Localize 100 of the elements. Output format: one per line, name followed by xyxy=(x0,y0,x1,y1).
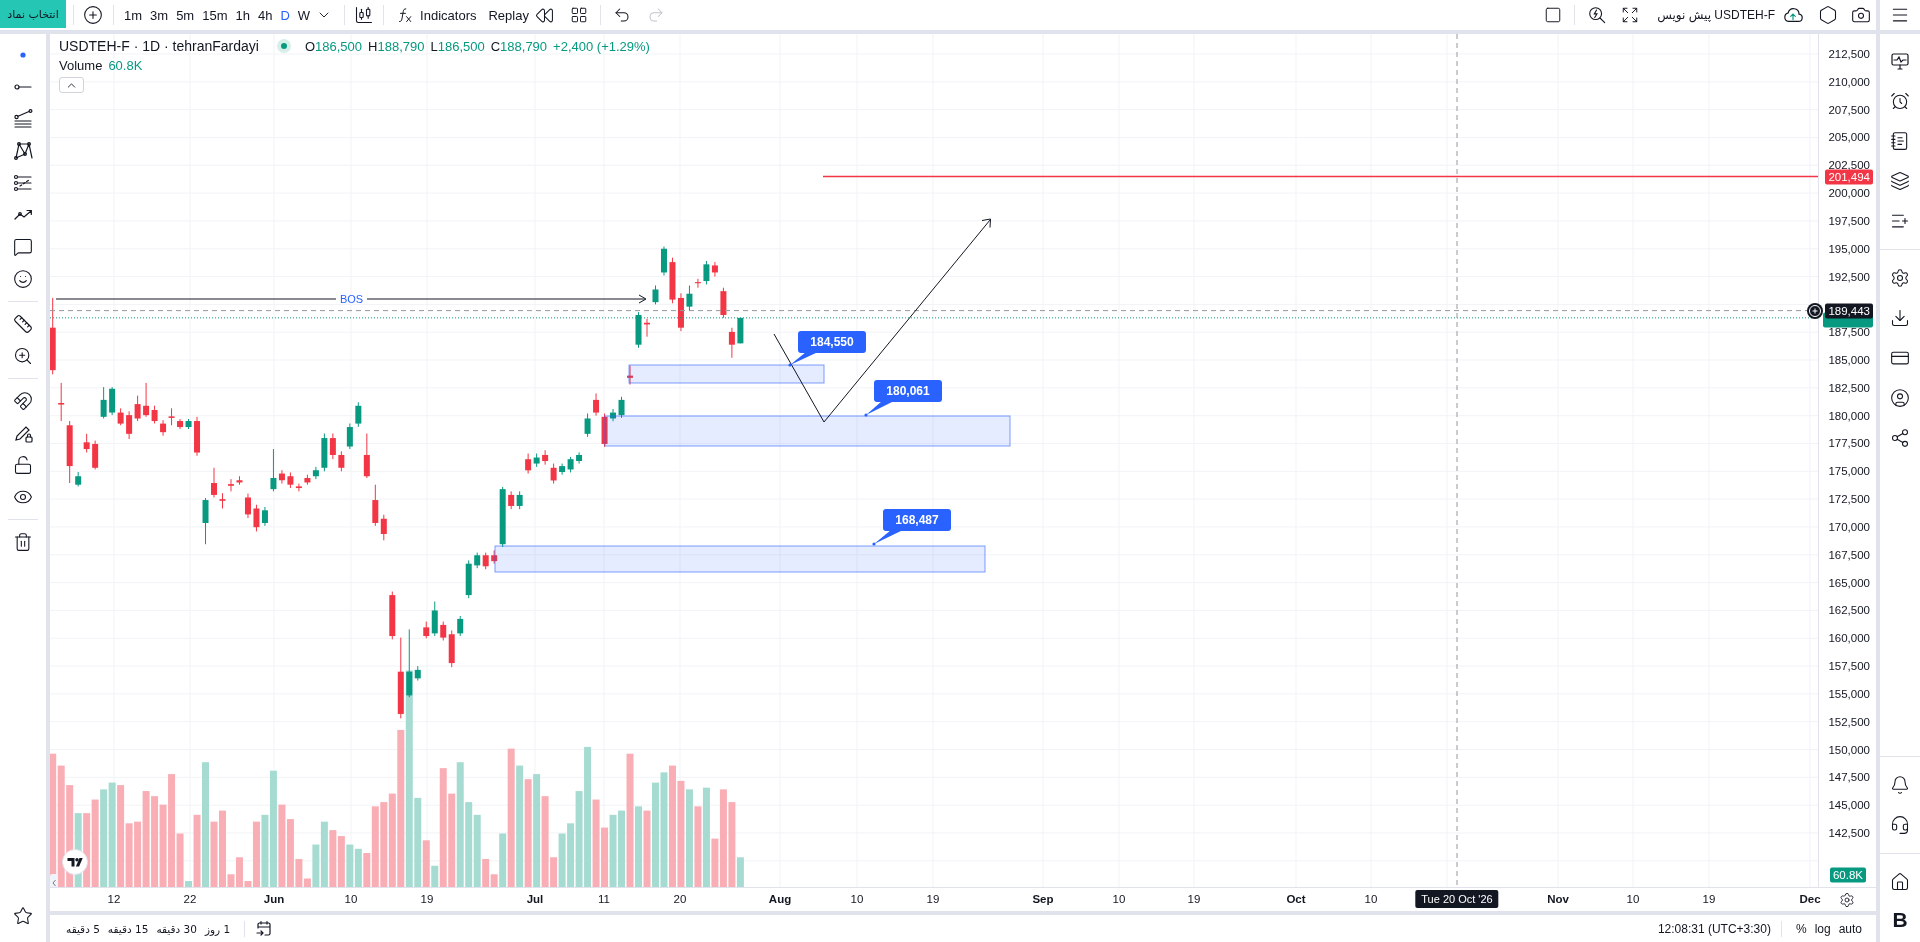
interval-tab[interactable]: 3m xyxy=(146,0,173,30)
user-icon[interactable] xyxy=(1890,388,1910,408)
time-label: 19 xyxy=(1702,893,1716,905)
symbol-search-button[interactable]: انتخاب نماد xyxy=(0,0,66,28)
settings-icon[interactable] xyxy=(1839,891,1855,908)
price-label: 195,000 xyxy=(1828,242,1870,255)
range-button[interactable]: 5 دقیقه xyxy=(62,922,104,935)
bell-icon[interactable] xyxy=(1890,775,1910,795)
interval-tab[interactable]: D xyxy=(276,0,294,30)
range-button[interactable]: 30 دقیقه xyxy=(152,922,201,935)
replay-button[interactable]: Replay xyxy=(488,0,554,30)
ohlc-label: H xyxy=(368,38,378,54)
price-label: 160,000 xyxy=(1828,632,1870,645)
bos-arrow[interactable] xyxy=(55,294,647,304)
plus-icon[interactable] xyxy=(83,5,103,25)
zoom-in-icon[interactable] xyxy=(13,346,33,366)
notepad-icon[interactable] xyxy=(1890,131,1910,151)
quick-search-icon[interactable] xyxy=(1587,5,1608,25)
layers-icon[interactable] xyxy=(1890,171,1910,191)
hexagon-icon[interactable] xyxy=(1818,5,1838,25)
time-label: Nov xyxy=(1547,893,1569,905)
interval-tab[interactable]: 5m xyxy=(172,0,199,30)
logo-icon[interactable] xyxy=(62,849,88,875)
home-icon[interactable] xyxy=(1890,872,1910,892)
fullscreen-icon[interactable] xyxy=(1621,6,1640,24)
trash-icon[interactable] xyxy=(13,532,33,552)
interval-tab[interactable]: 1m xyxy=(120,0,147,30)
scale-button[interactable]: log xyxy=(1810,921,1835,936)
ohlc-value: 188,790 xyxy=(377,38,425,54)
price-label: 207,500 xyxy=(1828,103,1870,116)
cursor-dot-icon[interactable] xyxy=(20,52,26,58)
ohlc-label: L xyxy=(430,38,438,54)
magnet-icon[interactable] xyxy=(13,391,33,411)
interval-tab[interactable]: 1h xyxy=(231,0,254,30)
time-label: Oct xyxy=(1286,893,1306,905)
star-icon[interactable] xyxy=(13,906,33,926)
price-label: 192,500 xyxy=(1828,270,1870,283)
time-label: Sep xyxy=(1032,893,1054,905)
range-button[interactable]: 1 روز xyxy=(200,922,235,935)
indicators-button[interactable]: Indicators xyxy=(396,0,477,30)
alarm-clock-icon[interactable] xyxy=(1890,91,1910,111)
download-icon[interactable] xyxy=(1890,308,1910,328)
crosshair-time-tag: Tue 20 Oct '26 xyxy=(1415,890,1499,908)
pattern-tool-icon[interactable] xyxy=(12,140,34,162)
smile-icon[interactable] xyxy=(13,269,33,289)
camera-icon[interactable] xyxy=(1851,5,1871,25)
price-label: 150,000 xyxy=(1828,743,1870,756)
range-button[interactable]: 15 دقیقه xyxy=(103,922,153,935)
settings-icon[interactable] xyxy=(1890,268,1910,288)
levels-tool-icon[interactable] xyxy=(12,172,34,194)
ohlc-label: C xyxy=(490,38,501,54)
price-label: 182,500 xyxy=(1828,381,1870,394)
unlock-icon[interactable] xyxy=(13,455,33,475)
interval-tab[interactable]: 4h xyxy=(253,0,277,30)
layout-name[interactable]: USDTEH-F پیش نویس xyxy=(1657,8,1775,22)
price-label: 177,500 xyxy=(1828,437,1870,450)
headset-icon[interactable] xyxy=(1890,815,1910,835)
grid-icon[interactable] xyxy=(569,6,588,24)
time-label: 10 xyxy=(1626,893,1640,905)
time-label: 19 xyxy=(420,893,434,905)
time-label: 19 xyxy=(926,893,940,905)
ohlc-value: 188,790 xyxy=(500,38,548,54)
price-label: 162,500 xyxy=(1828,604,1870,617)
ruler-icon[interactable] xyxy=(13,314,33,334)
undo-icon[interactable] xyxy=(612,6,631,24)
monitor-icon[interactable] xyxy=(1889,50,1911,72)
channel-tool-icon[interactable] xyxy=(12,108,34,130)
plus-icon[interactable] xyxy=(1807,302,1823,319)
horizontal-line[interactable] xyxy=(822,175,1818,178)
price-label: 205,000 xyxy=(1828,131,1870,144)
scale-button[interactable]: auto xyxy=(1834,921,1866,936)
price-label: 175,000 xyxy=(1828,465,1870,478)
time-label: 20 xyxy=(673,893,687,905)
zigzag-arrow[interactable] xyxy=(773,218,991,423)
interval-tab[interactable]: W xyxy=(293,0,315,30)
crosshair-price-tag: 189,443 xyxy=(1825,303,1873,319)
time-label: 10 xyxy=(344,893,358,905)
price-label: 165,000 xyxy=(1828,576,1870,589)
price-label: 170,000 xyxy=(1828,520,1870,533)
calendar-arrow-icon[interactable] xyxy=(255,919,274,938)
price-label: 210,000 xyxy=(1828,75,1870,88)
chevron-left-icon[interactable] xyxy=(50,874,58,887)
scale-button[interactable]: % xyxy=(1791,921,1811,936)
time-label: Jun xyxy=(263,893,285,905)
time-label: 22 xyxy=(183,893,197,905)
price-label: 152,500 xyxy=(1828,715,1870,728)
price-label: 180,000 xyxy=(1828,409,1870,422)
chart-title: USDTEH-F · 1D · tehranFardayi xyxy=(59,38,259,54)
status-dot-icon xyxy=(276,39,291,53)
brand-logo[interactable]: B xyxy=(1892,908,1908,932)
line-price-tag: 201,494 xyxy=(1825,170,1873,185)
share-icon[interactable] xyxy=(1890,428,1910,448)
price-label: 155,000 xyxy=(1828,687,1870,700)
candlestick-icon[interactable] xyxy=(354,5,375,25)
interval-tab[interactable]: 15m xyxy=(198,0,232,30)
square-icon[interactable] xyxy=(1544,6,1563,24)
price-label: 145,000 xyxy=(1828,799,1870,812)
price-label: 212,500 xyxy=(1828,48,1870,60)
time-label: 10 xyxy=(850,893,864,905)
comment-icon[interactable] xyxy=(13,237,33,257)
